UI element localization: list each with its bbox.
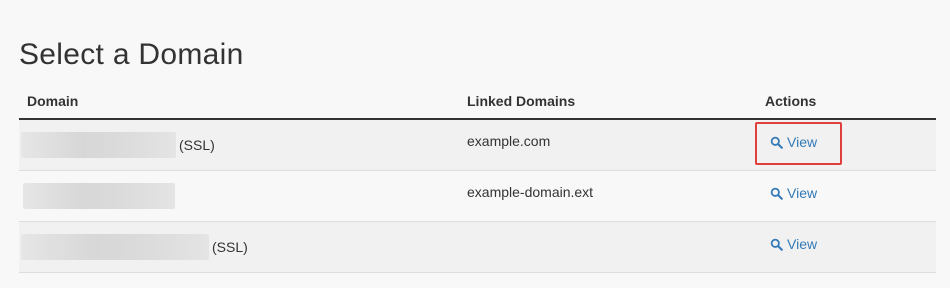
table-header-row: Domain Linked Domains Actions — [19, 84, 936, 120]
view-label: View — [787, 134, 818, 150]
table-header: Domain Linked Domains Actions — [19, 84, 936, 120]
domain-cell — [19, 170, 459, 222]
domain-cell: (SSL) — [19, 221, 459, 273]
linked-domain: example.com — [467, 133, 551, 149]
actions-cell: View — [757, 170, 936, 222]
actions-cell: View — [755, 119, 936, 171]
table-row: (SSL) example.com View — [19, 119, 936, 171]
column-header-linked-domains: Linked Domains — [459, 84, 757, 120]
table-row: example-domain.ext View — [19, 170, 936, 222]
search-icon — [770, 187, 783, 200]
search-icon — [770, 238, 783, 251]
domain-cell: (SSL) — [19, 119, 459, 171]
ssl-label: (SSL) — [179, 137, 215, 153]
view-button[interactable]: View — [770, 134, 817, 150]
domain-table: Domain Linked Domains Actions (SSL) exam… — [19, 84, 936, 273]
view-button[interactable]: View — [770, 185, 817, 201]
view-label: View — [787, 236, 818, 252]
view-button[interactable]: View — [770, 236, 817, 252]
linked-domain-cell: example-domain.ext — [459, 170, 757, 222]
linked-domain-cell — [459, 221, 757, 273]
search-icon — [770, 136, 783, 149]
redacted-domain-name — [23, 183, 175, 209]
linked-domain-cell: example.com — [459, 119, 757, 171]
table-row: (SSL) View — [19, 221, 936, 273]
view-label: View — [787, 185, 818, 201]
redacted-domain-name — [21, 132, 176, 158]
ssl-label: (SSL) — [212, 239, 248, 255]
actions-cell: View — [757, 221, 936, 273]
page-title: Select a Domain — [19, 38, 244, 71]
column-header-domain: Domain — [19, 84, 459, 120]
linked-domain: example-domain.ext — [467, 184, 594, 200]
redacted-domain-name — [21, 234, 209, 260]
column-header-actions: Actions — [757, 84, 936, 120]
